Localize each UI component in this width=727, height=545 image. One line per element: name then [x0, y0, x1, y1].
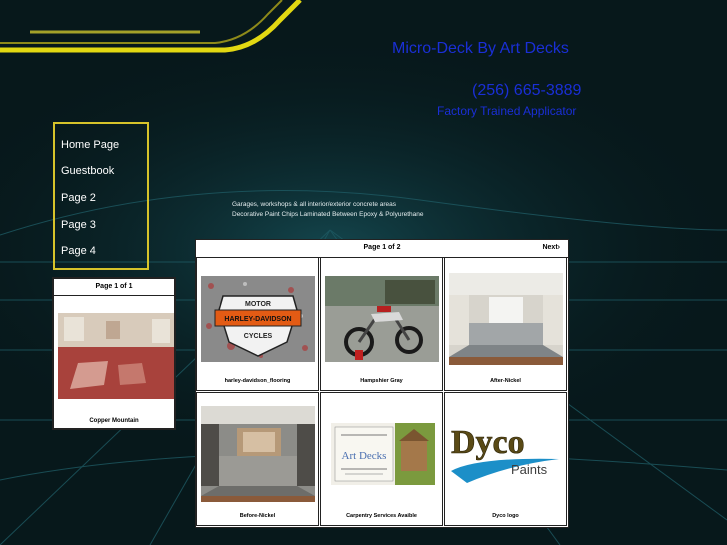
gallery-item-before-nickel[interactable]: Before-Nickel [196, 392, 319, 526]
main-nav: Home Page Guestbook Page 2 Page 3 Page 4 [53, 122, 149, 270]
gallery-caption: Dyco logo [492, 513, 519, 519]
gallery-page-info: Page 1 of 2 [363, 244, 401, 251]
mini-gallery-page-info: Page 1 of 1 [54, 279, 174, 296]
mini-gallery-caption: Copper Mountain [89, 418, 139, 424]
nav-home-page[interactable]: Home Page [61, 139, 119, 151]
gallery-caption: Carpentry Services Avaible [346, 513, 417, 519]
dyco-logo-word: Dyco [451, 424, 525, 461]
description-line-1: Garages, workshops & all interior/exteri… [232, 201, 397, 208]
dyco-logo-sub: Paints [511, 462, 548, 477]
dyco-logo-image: Dyco Paints [449, 419, 563, 489]
gallery-caption: Hampshier Gray [360, 378, 403, 384]
hampshier-gray-photo [325, 276, 439, 362]
nav-page-3[interactable]: Page 3 [61, 219, 96, 231]
gallery-item-hampshier-gray[interactable]: Hampshier Gray [320, 257, 443, 391]
description-line-2: Decorative Paint Chips Laminated Between… [232, 211, 424, 218]
photo-gallery: Page 1 of 2 Next› MOTOR HARLEY-DAVIDSON … [195, 239, 569, 528]
phone-number: (256) 665-3889 [472, 82, 582, 99]
gallery-item-harley[interactable]: MOTOR HARLEY-DAVIDSON CYCLES harley-davi… [196, 257, 319, 391]
harley-logo-line-3: CYCLES [244, 333, 273, 340]
harley-logo-line-1: MOTOR [245, 301, 271, 308]
after-nickel-photo [449, 273, 563, 365]
art-decks-logo-text: Art Decks [342, 450, 387, 462]
nav-guestbook[interactable]: Guestbook [61, 165, 114, 177]
description: Garages, workshops & all interior/exteri… [232, 200, 424, 220]
gallery-item-carpentry[interactable]: Art Decks Carpentry Services Avaible [320, 392, 443, 526]
site-subtitle: Factory Trained Applicator [437, 104, 577, 118]
gallery-caption: Before-Nickel [239, 513, 276, 519]
gallery-next-link[interactable]: Next› [542, 244, 560, 251]
copper-mountain-photo[interactable] [58, 313, 174, 399]
gallery-header: Page 1 of 2 Next› [196, 240, 568, 258]
gallery-caption: harley-davidson_flooring [224, 378, 291, 384]
harley-davidson-flooring-photo: MOTOR HARLEY-DAVIDSON CYCLES [201, 276, 315, 362]
nav-page-2[interactable]: Page 2 [61, 192, 96, 204]
site-title: Micro-Deck By Art Decks [392, 40, 569, 57]
nav-page-4[interactable]: Page 4 [61, 245, 96, 257]
gallery-item-after-nickel[interactable]: After-Nickel [444, 257, 567, 391]
gallery-caption: After-Nickel [490, 378, 521, 384]
mini-gallery: Page 1 of 1 Copper Mountain [52, 277, 176, 430]
carpentry-services-photo: Art Decks [331, 423, 435, 485]
before-nickel-photo [201, 406, 315, 502]
harley-logo-line-2: HARLEY-DAVIDSON [224, 316, 291, 323]
gallery-item-dyco-logo[interactable]: Dyco Paints Dyco logo [444, 392, 567, 526]
